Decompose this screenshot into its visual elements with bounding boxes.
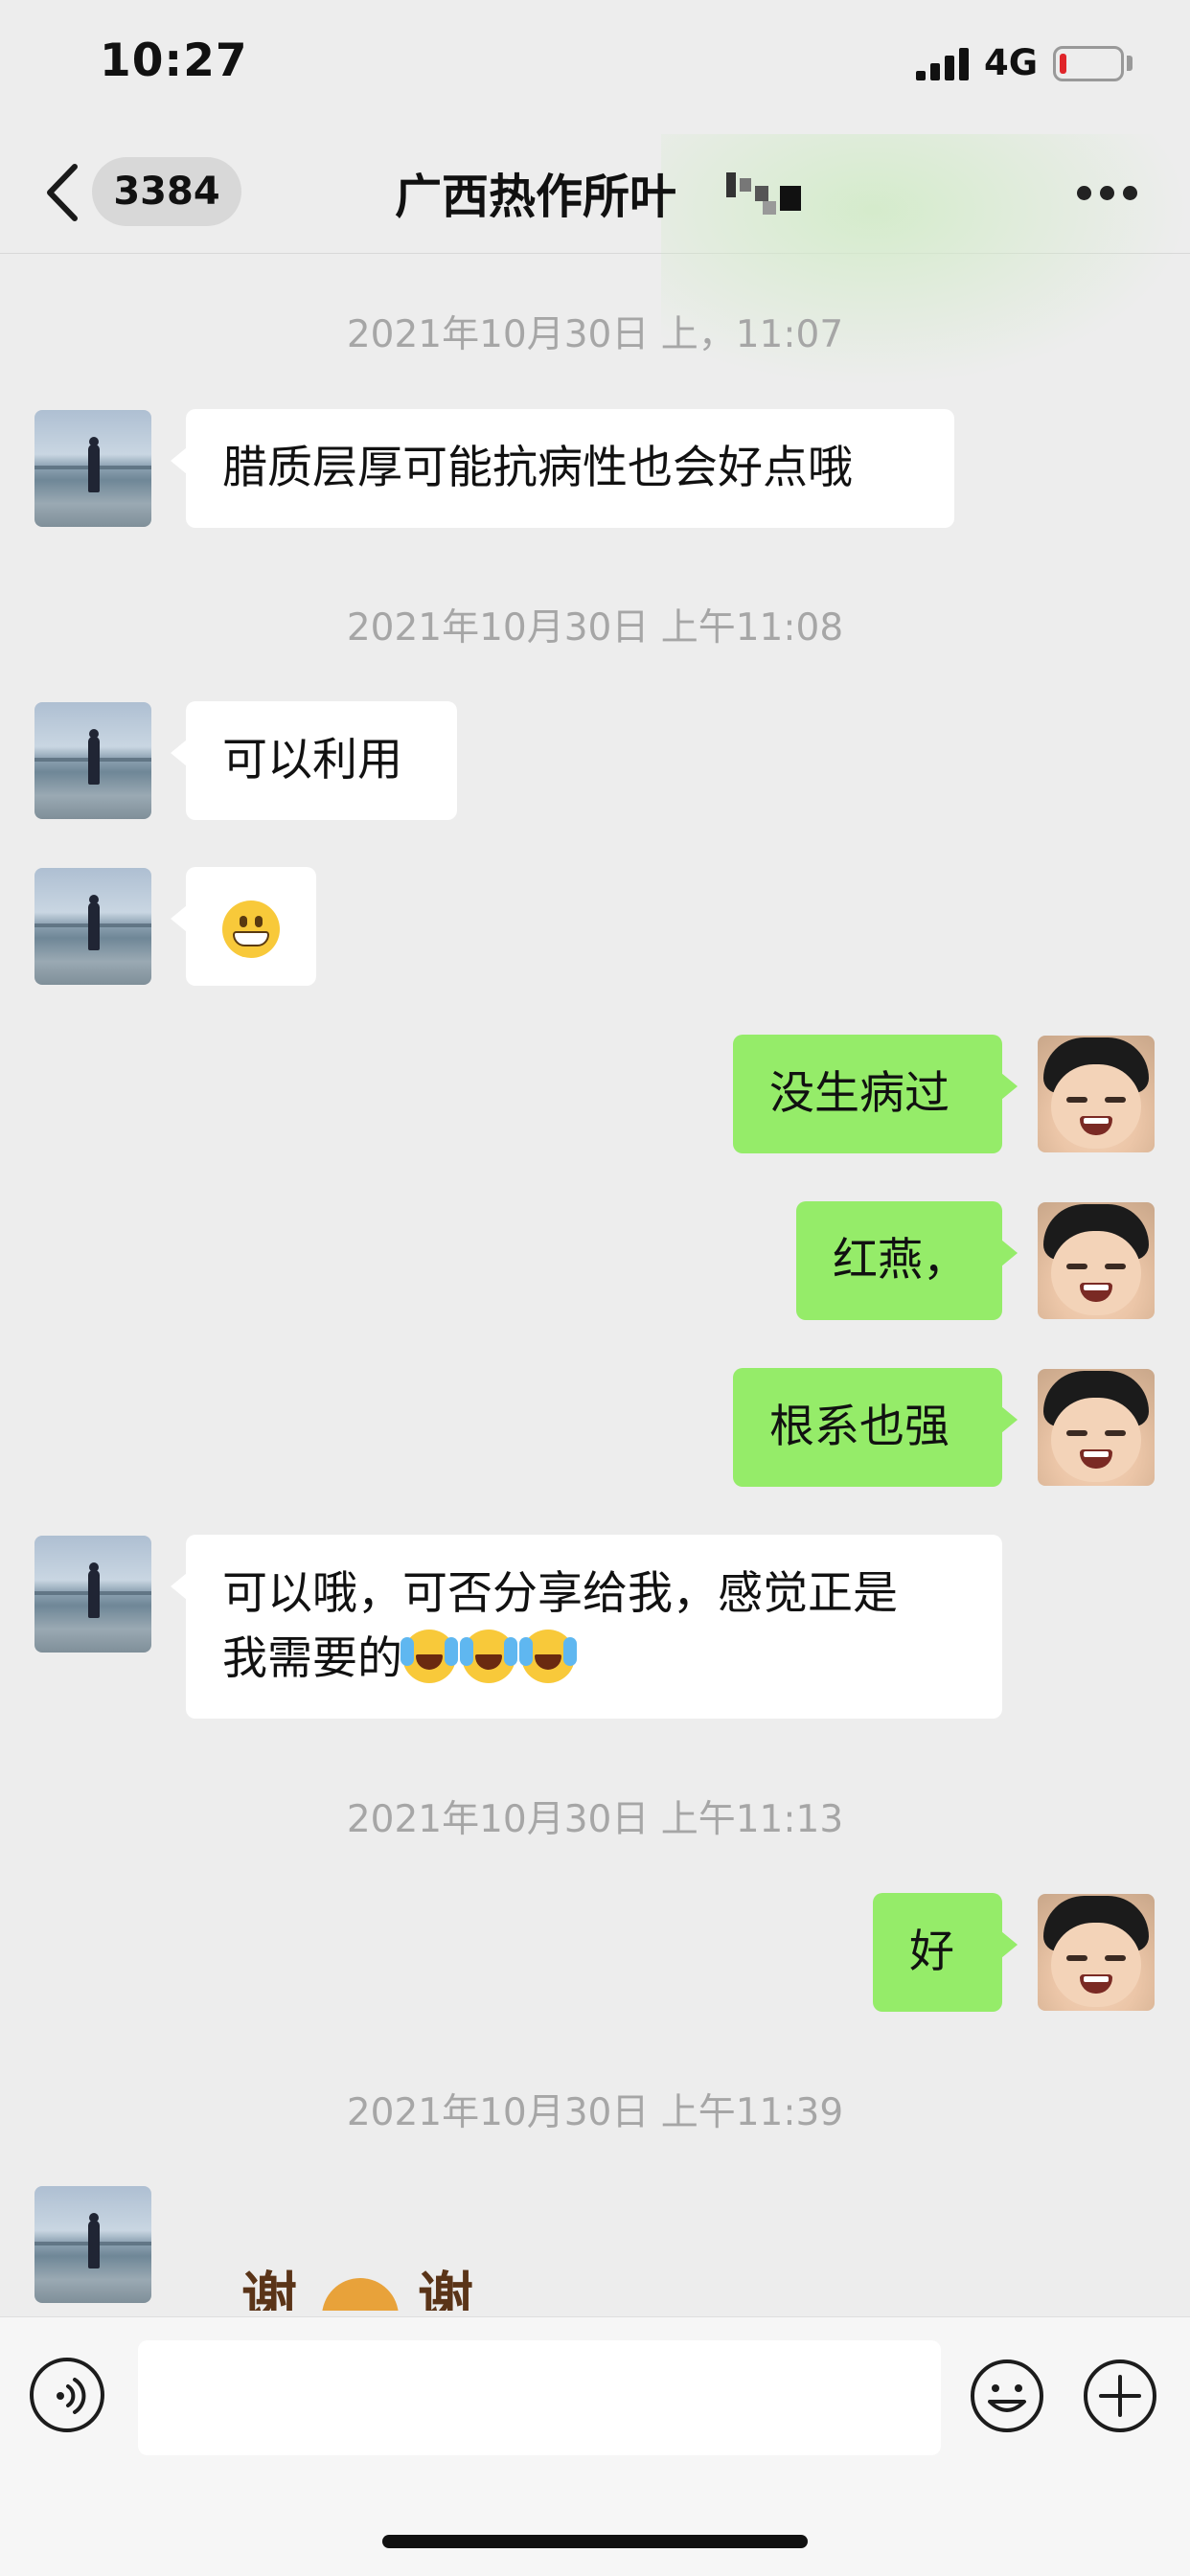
- incoming-message[interactable]: 腊质层厚可能抗病性也会好点哦: [171, 409, 954, 528]
- contact-avatar[interactable]: [34, 702, 151, 819]
- crying-laughing-emoji: [460, 1630, 517, 1683]
- message-timestamp: 2021年10月30日 上，11:07: [346, 313, 844, 356]
- contact-avatar[interactable]: [34, 1536, 151, 1653]
- emoji-icon[interactable]: [969, 2358, 1045, 2434]
- nav-bar: 3384 广西热作所叶: [0, 134, 1190, 387]
- crying-laughing-emoji: [400, 1630, 458, 1683]
- status-time: 10:27: [100, 34, 248, 87]
- message-input[interactable]: [138, 2340, 941, 2455]
- sticker-text: 谢: [241, 2266, 298, 2311]
- add-icon[interactable]: [1082, 2358, 1158, 2434]
- more-options-icon[interactable]: [1077, 186, 1138, 201]
- back-arrow-icon[interactable]: [38, 159, 86, 226]
- grinning-face-emoji: [222, 900, 280, 958]
- home-indicator[interactable]: [382, 2535, 808, 2548]
- incoming-emoji-message[interactable]: [171, 867, 316, 986]
- my-avatar[interactable]: [1038, 1369, 1155, 1486]
- message-line: 我需要的: [222, 1627, 966, 1692]
- network-type: 4G: [984, 42, 1039, 83]
- outgoing-message[interactable]: 红燕，: [796, 1201, 1018, 1320]
- outgoing-message[interactable]: 好: [873, 1893, 1018, 2012]
- contact-avatar[interactable]: [34, 2186, 151, 2303]
- unread-count-badge[interactable]: 3384: [92, 157, 241, 226]
- battery-tip: [1127, 56, 1133, 71]
- contact-avatar[interactable]: [34, 868, 151, 985]
- status-bar: 10:27 4G: [0, 0, 1190, 134]
- voice-icon[interactable]: [30, 2358, 104, 2432]
- signal-icon: [916, 48, 969, 80]
- my-avatar[interactable]: [1038, 1202, 1155, 1319]
- incoming-message[interactable]: 可以哦，可否分享给我，感觉正是 我需要的: [171, 1535, 1002, 1719]
- redaction-mosaic: [726, 172, 805, 228]
- sticker-character: [322, 2278, 399, 2311]
- message-timestamp: 2021年10月30日 上午11:08: [346, 606, 844, 650]
- incoming-message[interactable]: 可以利用: [171, 701, 457, 820]
- battery-icon: [1053, 46, 1124, 81]
- message-timestamp: 2021年10月30日 上午11:13: [346, 1798, 844, 1841]
- sticker-text: 谢: [418, 2266, 474, 2311]
- contact-avatar[interactable]: [34, 410, 151, 527]
- message-timestamp: 2021年10月30日 上午11:39: [346, 2091, 844, 2134]
- thanks-sticker[interactable]: 谢 谢: [236, 2253, 485, 2311]
- message-text: 我需要的: [222, 1632, 402, 1685]
- crying-laughing-emoji: [519, 1630, 577, 1683]
- my-avatar[interactable]: [1038, 1036, 1155, 1152]
- message-line: 可以哦，可否分享给我，感觉正是: [222, 1567, 898, 1620]
- outgoing-message[interactable]: 根系也强: [733, 1368, 1018, 1487]
- my-avatar[interactable]: [1038, 1894, 1155, 2011]
- outgoing-message[interactable]: 没生病过: [733, 1035, 1018, 1153]
